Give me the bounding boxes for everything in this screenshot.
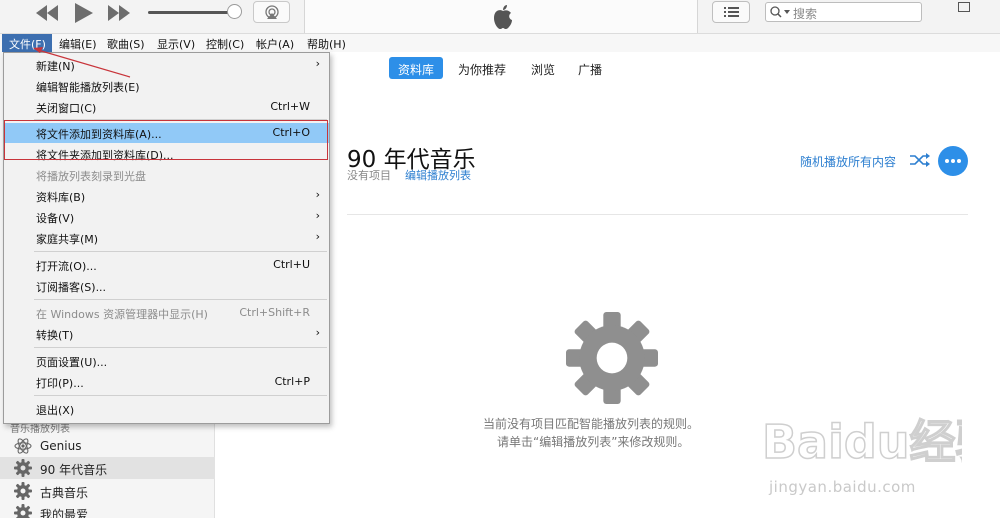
playlist-item-count: 没有项目 xyxy=(347,169,391,182)
shuffle-icon[interactable] xyxy=(910,153,930,170)
fast-forward-icon[interactable] xyxy=(108,5,130,21)
play-icon[interactable] xyxy=(73,3,93,23)
genius-atom-icon xyxy=(14,437,32,458)
menu-help[interactable]: 帮助(H) xyxy=(307,36,346,52)
sidebar-item-classical[interactable]: 古典音乐 xyxy=(0,480,215,502)
menu-item-exit[interactable]: 退出(X) xyxy=(4,399,329,419)
menu-item-new[interactable]: 新建(N) › xyxy=(4,55,329,75)
sidebar-item-genius[interactable]: Genius xyxy=(0,435,215,457)
menu-separator xyxy=(34,347,327,348)
menu-item-devices[interactable]: 设备(V) › xyxy=(4,207,329,227)
menu-file[interactable]: 文件(F) xyxy=(2,34,52,52)
submenu-arrow-icon: › xyxy=(315,326,320,339)
search-placeholder: 搜索 xyxy=(793,7,818,21)
menu-item-label: 设备(V) xyxy=(36,212,75,225)
empty-state-line1: 当前没有项目匹配智能播放列表的规则。 xyxy=(483,417,700,431)
search-icon xyxy=(770,6,790,21)
menu-item-label: 页面设置(U)... xyxy=(36,356,108,369)
menu-item-label: 在 Windows 资源管理器中显示(H) xyxy=(36,308,208,321)
menu-item-shortcut: Ctrl+P xyxy=(274,375,310,388)
menu-item-label: 新建(N) xyxy=(36,60,75,73)
gear-icon xyxy=(14,482,32,503)
tab-radio[interactable]: 广播 xyxy=(569,57,611,79)
rewind-icon[interactable] xyxy=(36,5,58,21)
tab-for-you[interactable]: 为你推荐 xyxy=(449,57,515,79)
menu-item-label: 关闭窗口(C) xyxy=(36,102,97,115)
menu-view[interactable]: 显示(V) xyxy=(157,36,195,52)
tab-browse[interactable]: 浏览 xyxy=(522,57,564,79)
menu-item-shortcut: Ctrl+Shift+R xyxy=(239,306,310,319)
menu-item-burn-playlist: 将播放列表刻录到光盘 xyxy=(4,165,329,185)
tab-library[interactable]: 资料库 xyxy=(389,57,444,79)
menu-item-label: 家庭共享(M) xyxy=(36,233,99,246)
submenu-arrow-icon: › xyxy=(315,188,320,201)
sidebar-item-label: 90 年代音乐 xyxy=(40,463,108,477)
volume-slider[interactable] xyxy=(148,11,234,14)
empty-state-line2: 请单击“编辑播放列表”来修改规则。 xyxy=(497,435,690,449)
sidebar-item-favorites[interactable]: 我的最爱 xyxy=(0,502,215,518)
edit-playlist-link[interactable]: 编辑播放列表 xyxy=(405,167,471,183)
menu-item-edit-smart-playlist[interactable]: 编辑智能播放列表(E) xyxy=(4,76,329,96)
airplay-button[interactable] xyxy=(253,1,290,23)
sidebar-item-90s-music[interactable]: 90 年代音乐 xyxy=(0,457,215,479)
menu-item-print[interactable]: 打印(P)... Ctrl+P xyxy=(4,372,329,392)
submenu-arrow-icon: › xyxy=(315,209,320,222)
sidebar-item-label: Genius xyxy=(40,439,82,453)
menu-item-label: 打开流(O)... xyxy=(36,260,97,273)
menu-item-label: 退出(X) xyxy=(36,404,75,417)
annotation-highlight-box xyxy=(4,120,328,160)
menu-item-label: 编辑智能播放列表(E) xyxy=(36,81,140,94)
player-toolbar: 搜索 xyxy=(0,0,1000,34)
menu-controls[interactable]: 控制(C) xyxy=(206,36,244,52)
menu-separator xyxy=(34,395,327,396)
more-options-button[interactable] xyxy=(938,146,968,176)
watermark-brand: Baidu经验 xyxy=(762,415,962,469)
menu-separator xyxy=(34,299,327,300)
sidebar-item-label: 我的最爱 xyxy=(40,508,89,518)
sidebar-item-label: 古典音乐 xyxy=(40,486,89,500)
menu-item-page-setup[interactable]: 页面设置(U)... xyxy=(4,351,329,371)
submenu-arrow-icon: › xyxy=(315,57,320,70)
apple-logo xyxy=(491,4,515,33)
menu-item-library[interactable]: 资料库(B) › xyxy=(4,186,329,206)
menu-item-label: 转换(T) xyxy=(36,329,74,342)
lcd-display xyxy=(304,0,698,33)
file-menu-dropdown: 新建(N) › 编辑智能播放列表(E) 关闭窗口(C) Ctrl+W 将文件添加… xyxy=(3,52,330,424)
watermark-url: jingyan.baidu.com xyxy=(769,478,916,496)
volume-knob[interactable] xyxy=(227,4,242,19)
menu-item-close-window[interactable]: 关闭窗口(C) Ctrl+W xyxy=(4,97,329,117)
menu-song[interactable]: 歌曲(S) xyxy=(107,36,145,52)
menu-item-convert[interactable]: 转换(T) › xyxy=(4,324,329,344)
smart-playlist-gear-icon xyxy=(566,312,658,407)
gear-icon xyxy=(14,504,32,518)
header-divider xyxy=(347,214,968,215)
menu-item-show-in-explorer: 在 Windows 资源管理器中显示(H) Ctrl+Shift+R xyxy=(4,303,329,323)
menu-item-label: 将播放列表刻录到光盘 xyxy=(36,170,146,183)
menu-edit[interactable]: 编辑(E) xyxy=(59,36,97,52)
menu-item-open-stream[interactable]: 打开流(O)... Ctrl+U xyxy=(4,255,329,275)
menu-item-shortcut: Ctrl+U xyxy=(273,258,310,271)
baidu-jingyan-watermark: Baidu经验 xyxy=(762,414,962,470)
list-view-button[interactable] xyxy=(712,1,750,23)
menu-item-label: 资料库(B) xyxy=(36,191,86,204)
gear-icon xyxy=(14,459,32,480)
submenu-arrow-icon: › xyxy=(315,230,320,243)
window-restore-icon[interactable] xyxy=(958,2,970,12)
menu-item-shortcut: Ctrl+W xyxy=(270,100,310,113)
shuffle-all-link[interactable]: 随机播放所有内容 xyxy=(800,153,896,170)
menu-item-label: 订阅播客(S)... xyxy=(36,281,107,294)
menu-account[interactable]: 帐户(A) xyxy=(256,36,294,52)
menu-item-label: 打印(P)... xyxy=(36,377,84,390)
search-input[interactable]: 搜索 xyxy=(765,2,922,22)
menu-separator xyxy=(34,251,327,252)
menu-item-home-sharing[interactable]: 家庭共享(M) › xyxy=(4,228,329,248)
menu-item-subscribe-podcast[interactable]: 订阅播客(S)... xyxy=(4,276,329,296)
menu-bar: 文件(F) 编辑(E) 歌曲(S) 显示(V) 控制(C) 帐户(A) 帮助(H… xyxy=(0,34,1000,52)
